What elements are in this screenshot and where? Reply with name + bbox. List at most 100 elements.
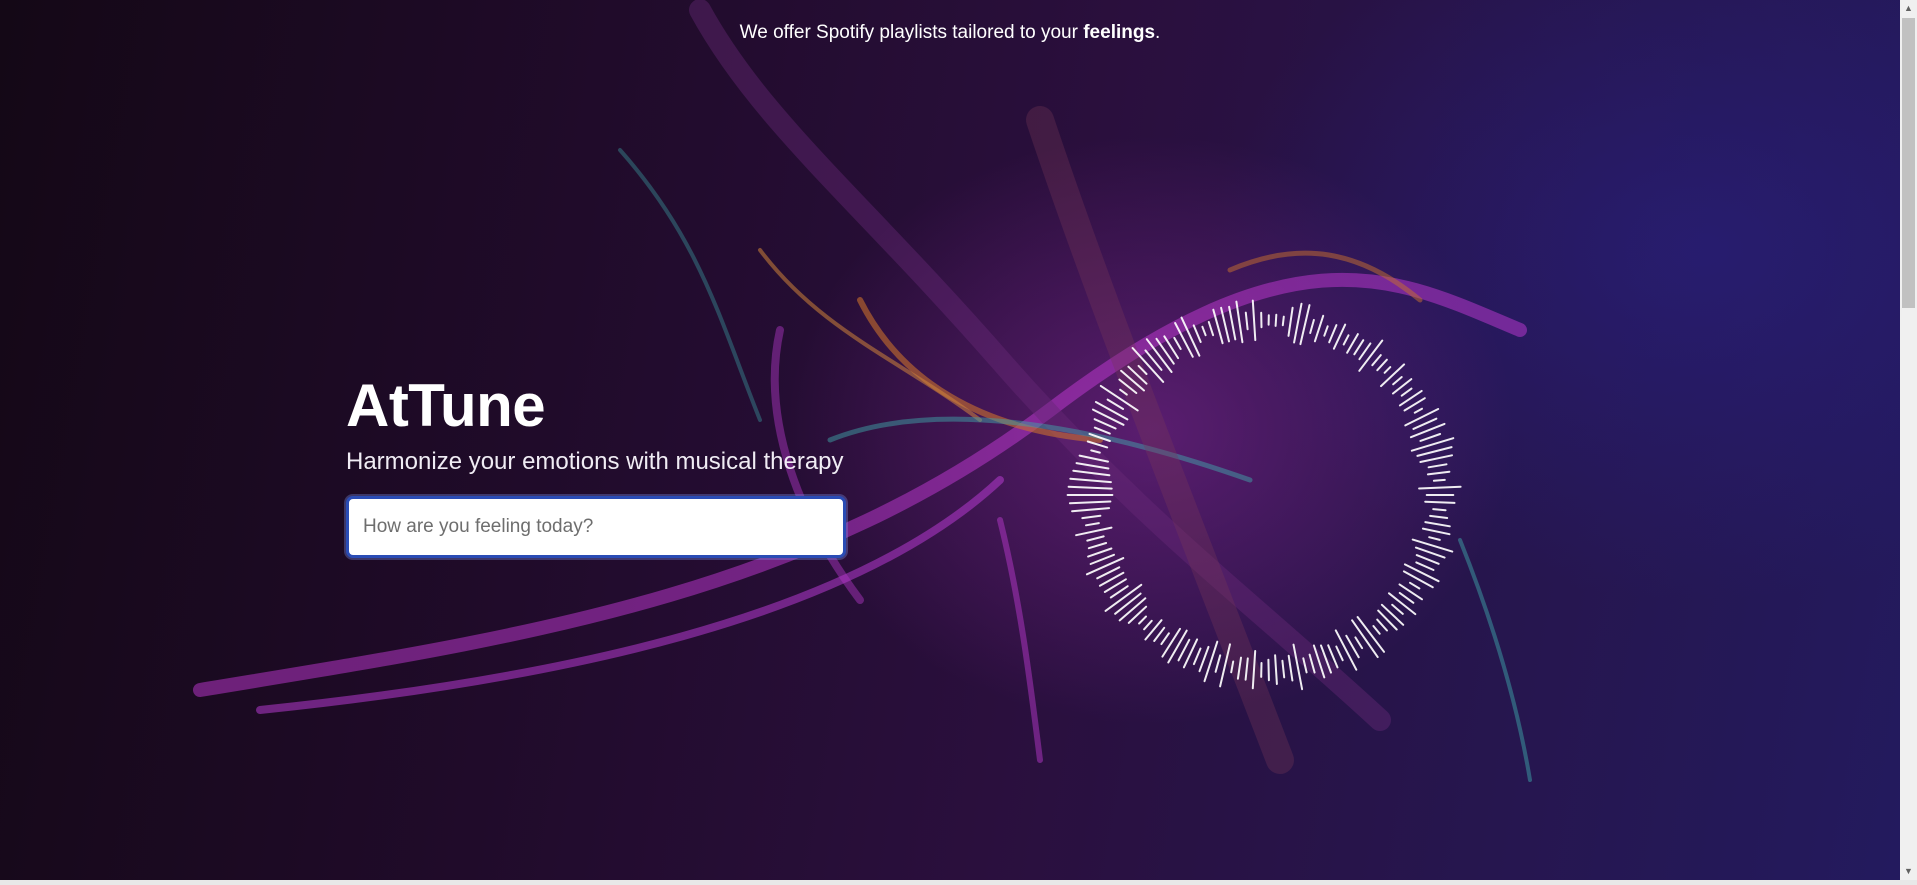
visualizer-bar bbox=[1371, 354, 1382, 367]
tagline: We offer Spotify playlists tailored to y… bbox=[0, 22, 1900, 44]
visualizer-bar bbox=[1424, 500, 1456, 504]
scroll-down-icon[interactable]: ▼ bbox=[1900, 863, 1917, 880]
visualizer-bar bbox=[1293, 302, 1303, 344]
visualizer-bar bbox=[1138, 615, 1147, 625]
hero-section: AtTune Harmonize your emotions with musi… bbox=[346, 370, 846, 558]
visualizer-bar bbox=[1071, 507, 1111, 513]
visualizer-bar bbox=[1068, 500, 1112, 505]
visualizer-bar bbox=[1075, 526, 1113, 537]
visualizer-bar bbox=[1299, 304, 1311, 346]
visualizer-bar bbox=[1092, 408, 1125, 426]
visualizer-bar bbox=[1419, 433, 1442, 442]
visualizer-bar bbox=[1421, 527, 1451, 536]
visualizer-bar bbox=[1287, 654, 1294, 682]
visualizer-bar bbox=[1400, 387, 1413, 397]
visualizer-bar bbox=[1153, 626, 1166, 642]
visualizer-bar bbox=[1093, 426, 1111, 435]
visualizer-bar bbox=[1427, 463, 1448, 469]
visualizer-bar bbox=[1426, 470, 1451, 476]
visualizer-bar bbox=[1251, 299, 1257, 342]
visualizer-bar bbox=[1287, 306, 1294, 337]
visualizer-bar bbox=[1398, 591, 1415, 604]
visualizer-bar bbox=[1087, 547, 1113, 558]
visualizer-bar bbox=[1392, 376, 1403, 386]
visualizer-bar bbox=[1411, 538, 1454, 553]
visualizer-bar bbox=[1274, 313, 1278, 327]
visualizer-bar bbox=[1160, 632, 1170, 646]
visualizer-bar bbox=[1380, 603, 1405, 626]
visualizer-bar bbox=[1383, 366, 1392, 374]
visualizer-bar bbox=[1144, 619, 1163, 641]
visualizer-bar bbox=[1281, 315, 1285, 327]
visualizer-bar bbox=[1335, 645, 1344, 662]
visualizer-bar bbox=[1376, 618, 1388, 632]
visualizer-bar bbox=[1244, 311, 1249, 331]
visualizer-bar bbox=[1404, 408, 1440, 427]
visualizer-bar bbox=[1267, 658, 1270, 682]
tagline-emphasis: feelings bbox=[1083, 22, 1156, 43]
mood-input[interactable] bbox=[346, 496, 846, 558]
visualizer-bar bbox=[1085, 522, 1100, 527]
visualizer-bar bbox=[1207, 321, 1215, 337]
page-subtitle: Harmonize your emotions with musical the… bbox=[346, 448, 844, 475]
visualizer-bar bbox=[1281, 659, 1286, 679]
visualizer-bar bbox=[1428, 536, 1441, 541]
visualizer-bar bbox=[1106, 398, 1125, 410]
visualizer-bar bbox=[1372, 625, 1381, 635]
visualizer-bar bbox=[1398, 583, 1423, 601]
visualizer-bar bbox=[1214, 654, 1222, 673]
visualizer-bar bbox=[1192, 324, 1202, 343]
hero-viewport: We offer Spotify playlists tailored to y… bbox=[0, 0, 1900, 880]
visualizer-bar bbox=[1093, 418, 1117, 430]
visualizer-bar bbox=[1429, 514, 1449, 519]
visualizer-bar bbox=[1413, 407, 1423, 414]
window-bottom-edge bbox=[0, 880, 1917, 885]
scroll-thumb[interactable] bbox=[1902, 18, 1915, 308]
background-art bbox=[193, 0, 1532, 782]
visualizer-bar bbox=[1354, 636, 1364, 650]
visualizer-bar bbox=[1432, 508, 1447, 512]
visualizer-bar bbox=[1087, 542, 1108, 550]
visualizer-bar bbox=[1402, 570, 1434, 589]
page-title: AtTune bbox=[346, 372, 546, 439]
visualizer-bar bbox=[1432, 478, 1446, 482]
visualizer-bar bbox=[1415, 561, 1435, 571]
visualizer-bar bbox=[1328, 324, 1338, 344]
visualizer-bar bbox=[1409, 581, 1421, 590]
tagline-suffix: . bbox=[1155, 22, 1161, 43]
visualizer-bar bbox=[1415, 554, 1440, 565]
visualizer-bar bbox=[1418, 485, 1462, 490]
visualizer-bar bbox=[1228, 305, 1237, 341]
visualizer-bar bbox=[1086, 535, 1105, 542]
visualizer-bar bbox=[1342, 334, 1350, 346]
visualizer-bar bbox=[1376, 358, 1388, 372]
visualizer-bar bbox=[1085, 557, 1125, 576]
visualizer-bar bbox=[1235, 300, 1244, 344]
visualizer-bar bbox=[1173, 336, 1182, 350]
scroll-up-icon[interactable]: ▲ bbox=[1900, 0, 1917, 17]
visualizer-bar bbox=[1403, 563, 1440, 583]
visualizer-bar bbox=[1424, 521, 1451, 528]
visualizer-bar bbox=[1167, 629, 1188, 664]
visualizer-bar bbox=[1388, 592, 1417, 616]
visualizer-bar bbox=[1161, 627, 1181, 658]
visualizer-bar bbox=[1155, 337, 1175, 365]
visualizer-bar bbox=[1118, 597, 1147, 622]
visualizer-bar bbox=[1144, 349, 1163, 371]
visualizer-bar bbox=[1353, 339, 1365, 356]
visualizer-bar bbox=[1309, 318, 1315, 334]
visualizer-bar bbox=[1192, 647, 1202, 666]
vertical-scrollbar[interactable]: ▲ ▼ bbox=[1900, 0, 1917, 880]
visualizer-bar bbox=[1081, 514, 1102, 520]
visualizer-bar bbox=[1419, 454, 1453, 463]
visualizer-bar bbox=[1201, 325, 1207, 337]
visualizer-bar bbox=[1391, 603, 1404, 615]
visualizer-bar bbox=[1323, 325, 1329, 337]
visualizer-bar bbox=[1143, 619, 1153, 631]
visualizer-bar bbox=[1203, 640, 1219, 683]
visualizer-bar bbox=[1380, 363, 1406, 388]
visualizer-bar bbox=[1274, 654, 1278, 685]
visualizer-bar bbox=[1094, 401, 1129, 421]
visualizer-bar bbox=[1313, 314, 1325, 343]
tagline-prefix: We offer Spotify playlists tailored to y… bbox=[739, 22, 1084, 43]
